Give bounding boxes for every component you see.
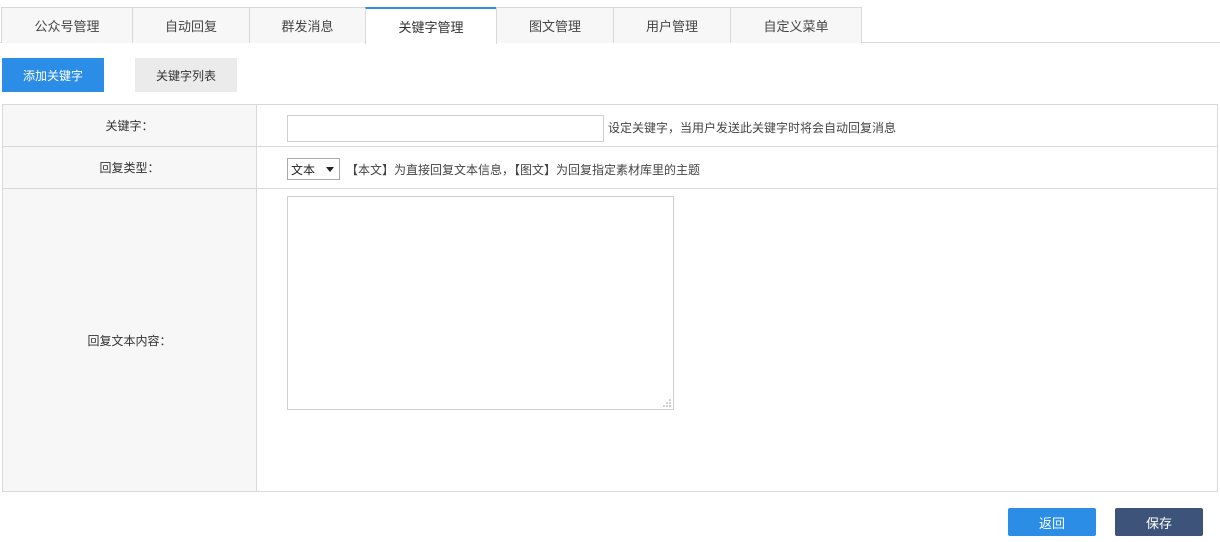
reply-type-value-cell: 文本 【本文】为直接回复文本信息，【图文】为回复指定素材库里的主题 [258,147,1217,188]
reply-type-select[interactable]: 文本 [287,158,340,180]
tab-bar: 公众号管理 自动回复 群发消息 关键字管理 图文管理 用户管理 自定义菜单 [0,0,1220,44]
reply-text-label: 回复文本内容： [3,189,257,491]
add-keyword-button[interactable]: 添加关键字 [2,58,104,92]
back-button[interactable]: 返回 [1008,508,1096,536]
reply-type-label: 回复类型： [3,147,257,188]
keyword-value-cell: 设定关键字，当用户发送此关键字时将会自动回复消息 [258,105,1217,146]
resize-grip-icon[interactable] [663,399,671,407]
tab-custom-menu[interactable]: 自定义菜单 [730,7,862,43]
reply-type-hint: 【本文】为直接回复文本信息，【图文】为回复指定素材库里的主题 [346,163,701,177]
save-button[interactable]: 保存 [1115,508,1203,536]
keyword-input[interactable] [287,115,604,142]
tab-keyword-management[interactable]: 关键字管理 [365,7,497,44]
keyword-row: 关键字： 设定关键字，当用户发送此关键字时将会自动回复消息 [3,105,1217,147]
reply-text-row: 回复文本内容： [3,189,1217,491]
reply-type-row: 回复类型： 文本 【本文】为直接回复文本信息，【图文】为回复指定素材库里的主题 [3,147,1217,189]
keyword-hint: 设定关键字，当用户发送此关键字时将会自动回复消息 [608,121,897,135]
keyword-list-button[interactable]: 关键字列表 [135,58,237,92]
tab-auto-reply[interactable]: 自动回复 [132,7,250,43]
reply-text-value-cell [258,189,1217,491]
tab-article-management[interactable]: 图文管理 [496,7,614,43]
keyword-form: 关键字： 设定关键字，当用户发送此关键字时将会自动回复消息 回复类型： 文本 【… [2,104,1218,492]
tab-account-management[interactable]: 公众号管理 [1,7,133,43]
reply-type-selected: 文本 [291,162,316,177]
keyword-label: 关键字： [3,105,257,146]
tab-user-management[interactable]: 用户管理 [613,7,731,43]
tab-list: 公众号管理 自动回复 群发消息 关键字管理 图文管理 用户管理 自定义菜单 [1,7,862,44]
reply-text-textarea[interactable] [287,196,674,410]
tab-mass-message[interactable]: 群发消息 [249,7,366,43]
chevron-down-icon [326,167,334,172]
